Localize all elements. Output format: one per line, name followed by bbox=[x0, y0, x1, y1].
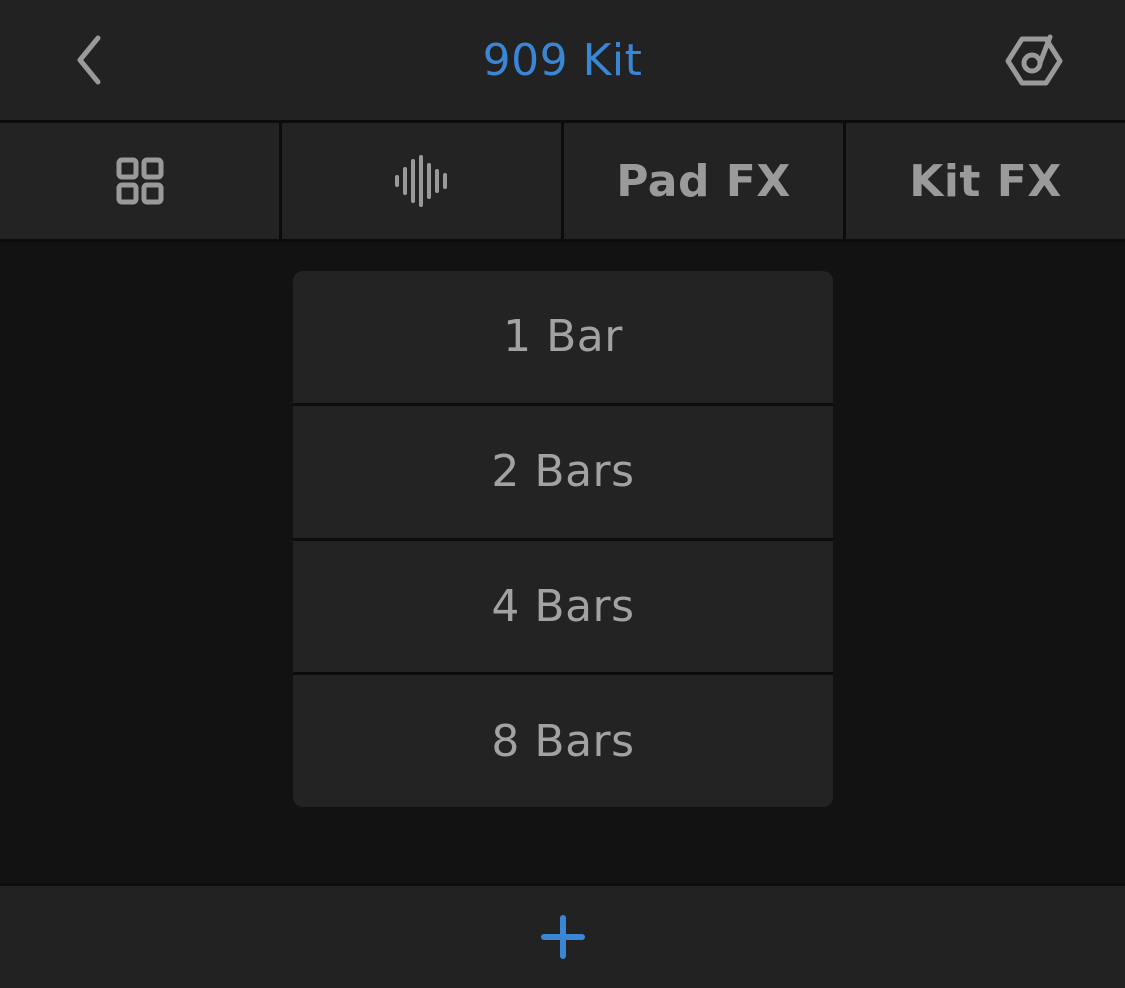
option-8-bars[interactable]: 8 Bars bbox=[293, 675, 833, 807]
option-2-bars[interactable]: 2 Bars bbox=[293, 405, 833, 538]
back-button[interactable] bbox=[60, 28, 120, 92]
tab-bar: Pad FX Kit FX bbox=[0, 120, 1125, 242]
tab-pads[interactable] bbox=[0, 123, 279, 239]
plus-icon bbox=[540, 915, 585, 959]
waveform-icon bbox=[394, 155, 447, 207]
add-button[interactable] bbox=[523, 897, 603, 977]
tab-pad-fx[interactable]: Pad FX bbox=[564, 123, 843, 239]
drum-kit-icon bbox=[1005, 34, 1063, 86]
tab-sample[interactable] bbox=[282, 123, 561, 239]
footer-bar bbox=[0, 883, 1125, 988]
bar-length-list: 1 Bar 2 Bars 4 Bars 8 Bars bbox=[293, 271, 833, 807]
app-window: 909 Kit Pad FX Kit FX 1 Bar 2 Bars 4 Bar… bbox=[0, 0, 1125, 988]
kit-button[interactable] bbox=[998, 26, 1070, 96]
page-title: 909 Kit bbox=[482, 34, 643, 86]
grid-icon bbox=[116, 157, 163, 205]
option-1-bar[interactable]: 1 Bar bbox=[293, 271, 833, 403]
header-bar: 909 Kit bbox=[0, 0, 1125, 120]
option-4-bars[interactable]: 4 Bars bbox=[293, 540, 833, 673]
tab-kit-fx[interactable]: Kit FX bbox=[846, 123, 1125, 239]
chevron-left-icon bbox=[77, 35, 101, 85]
